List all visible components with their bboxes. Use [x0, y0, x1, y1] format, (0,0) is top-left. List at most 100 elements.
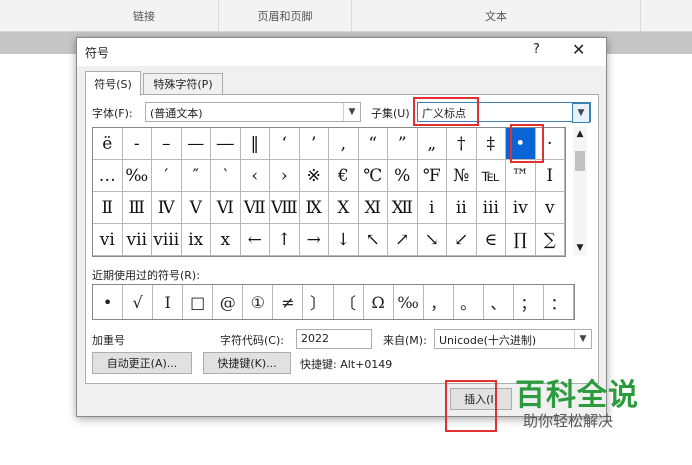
symbol-cell[interactable]: … — [93, 160, 123, 192]
symbol-cell[interactable]: - — [122, 128, 152, 160]
char-code-input[interactable]: 2022 — [296, 329, 372, 349]
symbol-cell[interactable]: ⅱ — [447, 192, 477, 224]
recent-symbol-cell[interactable]: 〕 — [303, 285, 334, 319]
symbol-cell[interactable]: ⅳ — [506, 192, 536, 224]
symbol-cell[interactable]: ⅲ — [476, 192, 506, 224]
symbol-cell[interactable]: ∏ — [506, 224, 536, 256]
chevron-down-icon: ▼ — [574, 330, 591, 348]
tab-symbols[interactable]: 符号(S) — [85, 71, 141, 96]
char-code-value: 2022 — [301, 332, 329, 345]
symbol-cell[interactable]: % — [388, 160, 418, 192]
symbol-cell[interactable]: ∑ — [535, 224, 565, 256]
symbol-cell[interactable]: ’ — [299, 128, 329, 160]
symbol-cell[interactable]: ‚ — [329, 128, 359, 160]
symbol-cell[interactable]: ‘ — [270, 128, 300, 160]
symbol-cell[interactable]: – — [152, 128, 182, 160]
symbol-cell[interactable]: Ⅲ — [122, 192, 152, 224]
symbol-cell[interactable]: ↓ — [329, 224, 359, 256]
symbol-cell[interactable]: ′ — [152, 160, 182, 192]
symbol-cell[interactable]: ⅰ — [417, 192, 447, 224]
symbol-grid: ë - – — ― ‖ ‘’ ‚ “” „ † ‡ • ·… ‰ ′ ″ ‵ ‹ › ※ € ℃% ℉ № ℡ ™ Ⅰ Ⅱ Ⅲ Ⅳ Ⅴ Ⅵ Ⅶ Ⅷ Ⅸ… — [92, 127, 566, 257]
help-button[interactable]: ? — [533, 42, 540, 57]
symbol-cell[interactable]: ‰ — [122, 160, 152, 192]
symbol-cell[interactable]: ↖ — [358, 224, 388, 256]
symbol-cell[interactable]: ↑ — [270, 224, 300, 256]
symbol-cell[interactable]: “ — [358, 128, 388, 160]
ribbon-group-links[interactable]: 链接 — [70, 0, 219, 31]
symbol-cell[interactable]: ℉ — [417, 160, 447, 192]
symbol-cell[interactable]: ⅴ — [535, 192, 565, 224]
symbol-cell[interactable]: † — [447, 128, 477, 160]
from-value: Unicode(十六进制) — [439, 334, 537, 347]
recent-symbol-cell[interactable]: ： — [544, 285, 574, 319]
symbol-cell[interactable]: ‡ — [476, 128, 506, 160]
tab-special-characters[interactable]: 特殊字符(P) — [143, 73, 223, 95]
symbol-cell[interactable]: Ⅹ — [329, 192, 359, 224]
recent-symbol-cell[interactable]: ； — [514, 285, 544, 319]
symbol-cell[interactable]: ※ — [299, 160, 329, 192]
symbol-cell[interactable]: — — [181, 128, 211, 160]
symbol-cell[interactable]: ← — [240, 224, 270, 256]
ribbon-group-header-footer[interactable]: 页眉和页脚 — [219, 0, 352, 31]
symbol-cell[interactable]: ― — [211, 128, 241, 160]
recent-symbol-cell[interactable]: 〔 — [334, 285, 364, 319]
recent-symbol-cell[interactable]: ① — [243, 285, 274, 319]
symbol-cell[interactable]: ↙ — [447, 224, 477, 256]
symbol-cell[interactable]: Ⅷ — [270, 192, 300, 224]
symbol-cell[interactable]: ↗ — [388, 224, 418, 256]
symbol-cell[interactable]: ℃ — [358, 160, 388, 192]
symbol-cell[interactable]: ″ — [181, 160, 211, 192]
symbol-cell[interactable]: € — [329, 160, 359, 192]
symbol-cell[interactable]: Ⅻ — [388, 192, 418, 224]
symbol-cell[interactable]: Ⅰ — [535, 160, 565, 192]
symbol-cell[interactable]: Ⅴ — [181, 192, 211, 224]
symbol-cell[interactable]: ‖ — [240, 128, 270, 160]
symbol-cell[interactable]: ⅷ — [152, 224, 182, 256]
recent-symbol-cell[interactable]: • — [93, 285, 124, 319]
shortcut-key-button[interactable]: 快捷键(K)... — [203, 352, 291, 374]
recent-symbol-cell[interactable]: ≠ — [273, 285, 304, 319]
scroll-up-icon[interactable]: ▲ — [573, 127, 587, 141]
from-select[interactable]: Unicode(十六进制) ▼ — [434, 329, 592, 349]
symbol-cell[interactable]: „ — [417, 128, 447, 160]
symbol-cell[interactable]: ⅹ — [211, 224, 241, 256]
symbol-cell[interactable]: → — [299, 224, 329, 256]
recent-symbol-cell[interactable]: 。 — [454, 285, 484, 319]
symbol-cell[interactable]: Ⅶ — [240, 192, 270, 224]
symbol-cell[interactable]: ⅸ — [181, 224, 211, 256]
symbol-cell[interactable]: ∈ — [476, 224, 506, 256]
symbol-cell[interactable]: › — [270, 160, 300, 192]
watermark: 百科全说 助你轻松解决 — [493, 368, 673, 448]
recent-symbol-cell[interactable]: ‰ — [394, 285, 424, 319]
font-select[interactable]: (普通文本) ▼ — [145, 102, 361, 122]
symbol-cell[interactable]: ™ — [506, 160, 536, 192]
recent-symbol-cell[interactable]: ， — [424, 285, 454, 319]
scroll-thumb[interactable] — [575, 151, 585, 171]
symbol-cell[interactable]: ⅶ — [122, 224, 152, 256]
recent-symbol-cell[interactable]: I — [153, 285, 184, 319]
scroll-down-icon[interactable]: ▼ — [573, 241, 587, 255]
symbol-cell[interactable]: Ⅺ — [358, 192, 388, 224]
recent-symbol-cell[interactable]: @ — [213, 285, 244, 319]
ribbon-group-text[interactable]: 文本 — [352, 0, 641, 31]
symbol-cell[interactable]: Ⅸ — [299, 192, 329, 224]
symbol-cell[interactable]: ‹ — [240, 160, 270, 192]
close-button[interactable]: ✕ — [572, 40, 585, 59]
symbol-grid-scrollbar[interactable]: ▲ ▼ — [573, 127, 587, 255]
symbol-cell[interactable]: ë — [93, 128, 123, 160]
symbol-cell[interactable]: ℡ — [476, 160, 506, 192]
recent-symbol-cell[interactable]: 、 — [484, 285, 514, 319]
symbol-cell[interactable]: ⅵ — [93, 224, 123, 256]
symbol-cell[interactable]: ‵ — [211, 160, 241, 192]
symbol-cell[interactable]: Ⅵ — [211, 192, 241, 224]
symbol-cell[interactable]: № — [447, 160, 477, 192]
recent-symbol-cell[interactable]: □ — [183, 285, 214, 319]
autocorrect-button[interactable]: 自动更正(A)... — [92, 352, 192, 374]
recent-symbol-cell[interactable]: Ω — [364, 285, 394, 319]
symbol-cell[interactable]: Ⅳ — [152, 192, 182, 224]
insert-highlight-box — [445, 380, 497, 432]
symbol-cell[interactable]: ” — [388, 128, 418, 160]
symbol-cell[interactable]: ↘ — [417, 224, 447, 256]
symbol-cell[interactable]: Ⅱ — [93, 192, 123, 224]
recent-symbol-cell[interactable]: √ — [123, 285, 154, 319]
